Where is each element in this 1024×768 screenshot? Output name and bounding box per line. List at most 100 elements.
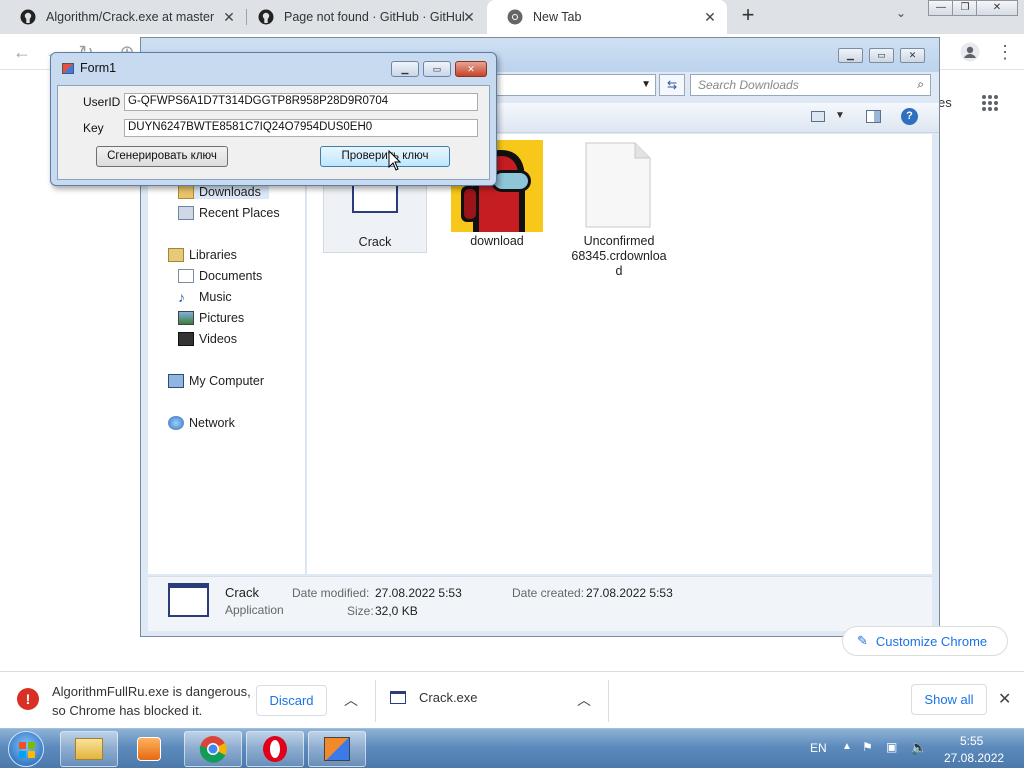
download-divider <box>608 680 609 722</box>
details-created-value: 27.08.2022 5:53 <box>586 586 673 600</box>
file-name-line: Unconfirmed <box>583 234 655 248</box>
github-icon <box>258 9 274 25</box>
dangerous-download-message: AlgorithmFullRu.exe is dangerous, so Chr… <box>52 682 251 720</box>
action-center-flag-icon[interactable]: ⚑ <box>862 740 873 754</box>
taskbar-form1[interactable] <box>308 731 366 767</box>
tab-page-not-found[interactable]: Page not found · GitHub · GitHub ✕ <box>238 0 486 34</box>
taskbar-explorer[interactable] <box>60 731 118 767</box>
taskbar-chrome[interactable] <box>184 731 242 767</box>
tab-search-chevron-icon[interactable]: ⌄ <box>896 6 906 20</box>
taskbar-opera[interactable] <box>246 731 304 767</box>
show-all-button[interactable]: Show all <box>911 684 987 715</box>
ntp-shortcut-label[interactable]: es <box>938 95 952 110</box>
close-tab-icon[interactable]: ✕ <box>462 10 476 24</box>
chrome-tab-strip: Algorithm/Crack.exe at master · A ✕ Page… <box>0 0 1024 34</box>
chrome-icon <box>507 9 523 25</box>
file-name: download <box>470 234 524 248</box>
nav-label: Downloads <box>199 185 261 199</box>
download-item-crack[interactable]: Crack.exe <box>390 690 478 705</box>
music-note-icon: ♪ <box>178 289 185 305</box>
new-tab-button[interactable]: + <box>736 4 760 28</box>
form-app-icon <box>62 63 74 74</box>
application-window-icon <box>390 691 406 704</box>
form-app-icon <box>324 737 350 761</box>
details-modified-value: 27.08.2022 5:53 <box>375 586 462 600</box>
explorer-maximize-button[interactable]: ▭ <box>869 48 894 63</box>
download-menu-chevron-icon[interactable]: ︿ <box>577 690 591 710</box>
file-list: Crack download Unconfirmed 68345.crdownl… <box>307 134 932 574</box>
form1-maximize-button[interactable]: ▭ <box>423 61 451 77</box>
film-strip-icon <box>178 332 194 346</box>
preview-pane-icon[interactable] <box>866 110 881 123</box>
customize-label: Customize Chrome <box>875 633 988 649</box>
view-options-icon[interactable] <box>811 111 825 122</box>
nav-item-my-computer[interactable]: My Computer <box>168 374 264 388</box>
file-name: Unconfirmed 68345.crdownloa d <box>567 234 671 279</box>
explorer-close-button[interactable]: ✕ <box>900 48 925 63</box>
nav-item-libraries[interactable]: Libraries <box>168 248 237 262</box>
taskbar-media-player[interactable] <box>120 731 178 767</box>
windows-taskbar: EN ▲ ⚑ ▣ 🔈 5:55 27.08.2022 <box>0 728 1024 768</box>
details-file-type: Application <box>225 603 284 617</box>
tab-algorithm-crack[interactable]: Algorithm/Crack.exe at master · A ✕ <box>0 0 246 34</box>
maximize-button[interactable]: ❐ <box>952 0 978 16</box>
profile-avatar-icon[interactable] <box>958 40 982 64</box>
nav-item-network[interactable]: Network <box>168 416 235 430</box>
clock-date[interactable]: 27.08.2022 <box>944 751 1004 765</box>
nav-item-pictures[interactable]: Pictures <box>178 311 244 325</box>
blank-document-icon <box>585 142 651 228</box>
language-indicator[interactable]: EN <box>810 741 827 755</box>
userid-field[interactable]: G-QFWPS6A1D7T314DGGTP8R958P28D9R0704 <box>124 93 478 111</box>
file-item-unconfirmed[interactable]: Unconfirmed 68345.crdownloa d <box>567 140 671 280</box>
details-size-label: Size: <box>347 604 374 618</box>
nav-item-downloads[interactable]: Downloads <box>178 185 269 199</box>
discard-button[interactable]: Discard <box>256 685 327 716</box>
warning-line: so Chrome has blocked it. <box>52 703 203 718</box>
close-tab-icon[interactable]: ✕ <box>222 10 236 24</box>
customize-chrome-button[interactable]: ✎ Customize Chrome <box>842 626 1008 656</box>
check-key-button[interactable]: Проверить ключ <box>320 146 450 167</box>
volume-speaker-icon[interactable]: 🔈 <box>910 739 927 756</box>
show-hidden-icons-icon[interactable]: ▲ <box>842 741 852 752</box>
minimize-button[interactable]: — <box>928 0 954 16</box>
tab-title: Page not found · GitHub · GitHub <box>284 10 464 24</box>
media-player-icon <box>137 737 161 761</box>
libraries-icon <box>168 248 184 262</box>
nav-item-music[interactable]: ♪ Music <box>178 290 232 304</box>
close-window-button[interactable]: ✕ <box>976 0 1018 16</box>
view-dropdown-icon[interactable]: ▼ <box>835 110 845 121</box>
download-file-name: Crack.exe <box>419 690 478 705</box>
computer-icon <box>168 374 184 388</box>
form1-window: Form1 ▁ ▭ ✕ UserID G-QFWPS6A1D7T314DGGTP… <box>50 52 497 186</box>
file-name: Crack <box>358 235 392 249</box>
start-orb-icon[interactable] <box>8 731 44 767</box>
nav-label: My Computer <box>189 374 265 388</box>
recent-places-icon <box>178 206 194 220</box>
opera-logo-icon <box>263 736 287 762</box>
help-icon[interactable]: ? <box>901 108 918 125</box>
generate-key-button[interactable]: Сгенерировать ключ <box>96 146 228 167</box>
close-tab-icon[interactable]: ✕ <box>703 10 717 24</box>
clock-time[interactable]: 5:55 <box>960 734 983 748</box>
back-arrow-icon[interactable]: ← <box>10 40 34 64</box>
documents-icon <box>178 269 194 283</box>
key-field[interactable]: DUYN6247BWTE8581C7IQ24O7954DUS0EH0 <box>124 119 478 137</box>
menu-dots-icon[interactable]: ⋮ <box>993 40 1017 64</box>
address-dropdown-icon[interactable]: ▼ <box>641 79 651 90</box>
nav-item-documents[interactable]: Documents <box>178 269 262 283</box>
download-menu-chevron-icon[interactable]: ︿ <box>344 690 358 710</box>
nav-item-recent-places[interactable]: Recent Places <box>178 206 280 220</box>
network-disconnected-icon[interactable]: ▣ <box>886 740 897 754</box>
form1-minimize-button[interactable]: ▁ <box>391 61 419 77</box>
search-downloads-input[interactable]: Search Downloads ⌕ <box>690 74 931 96</box>
apps-grid-icon[interactable] <box>981 94 999 112</box>
tab-new-tab[interactable]: New Tab ✕ <box>487 0 727 34</box>
refresh-icon[interactable]: ⇆ <box>659 74 685 96</box>
explorer-minimize-button[interactable]: ▁ <box>838 48 863 63</box>
form1-title: Form1 <box>80 61 117 75</box>
address-bar[interactable]: ▼ <box>496 74 656 96</box>
close-shelf-icon[interactable]: ✕ <box>998 689 1011 709</box>
warning-line: AlgorithmFullRu.exe is dangerous, <box>52 684 251 699</box>
nav-item-videos[interactable]: Videos <box>178 332 237 346</box>
form1-close-button[interactable]: ✕ <box>455 61 487 77</box>
